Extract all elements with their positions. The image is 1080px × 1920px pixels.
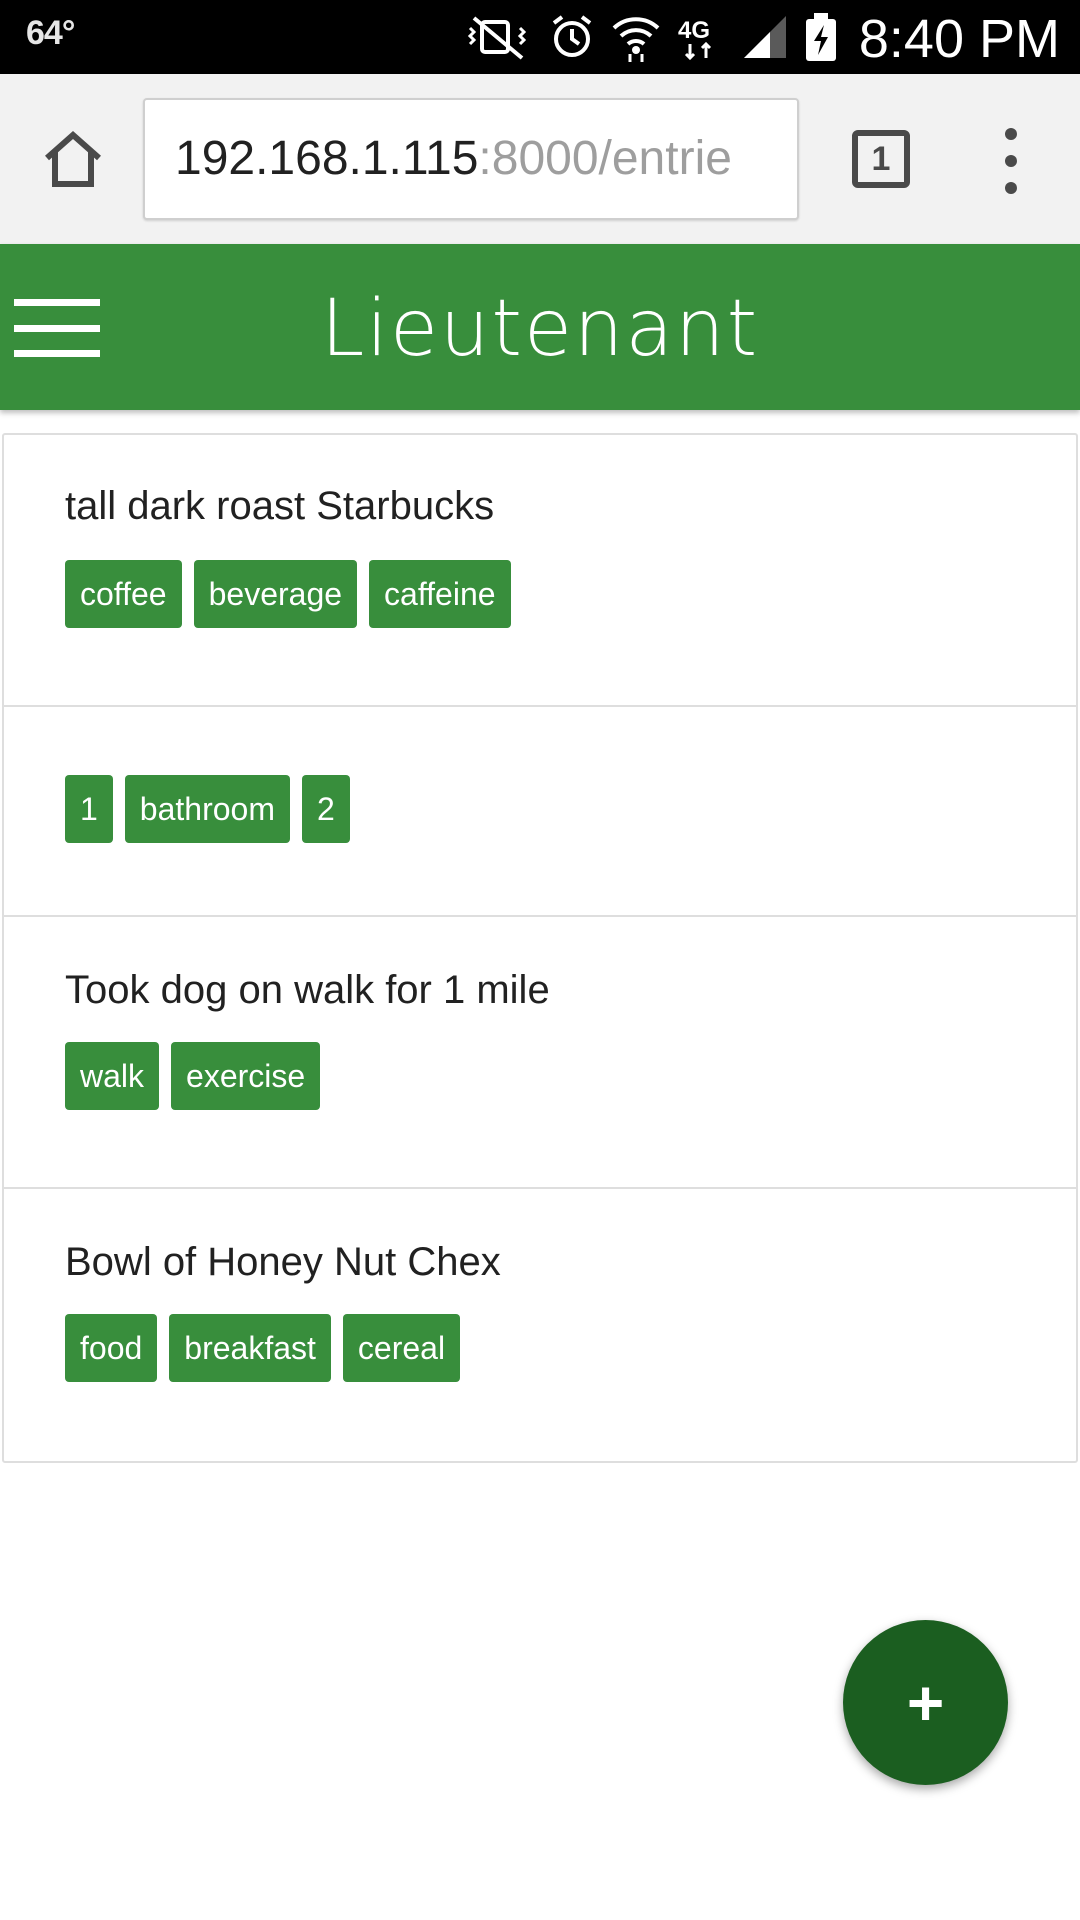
wifi-icon [612,17,660,62]
entries-list: tall dark roast Starbucks coffee beverag… [2,433,1078,1463]
tag[interactable]: 1 [65,775,113,843]
list-item[interactable]: Bowl of Honey Nut Chex food breakfast ce… [4,1189,1076,1461]
tag[interactable]: coffee [65,560,182,628]
alarm-icon [552,15,592,57]
add-entry-button[interactable]: + [843,1620,1008,1785]
tag[interactable]: food [65,1314,158,1382]
cell-signal-icon [744,16,786,58]
list-item[interactable]: Took dog on walk for 1 mile walk exercis… [4,917,1076,1189]
app-header: Lieutenant [0,244,1080,410]
home-icon [45,130,101,187]
list-item[interactable]: tall dark roast Starbucks coffee beverag… [4,435,1076,707]
battery-charging-icon [806,13,836,61]
tag-list: coffee beverage caffeine [65,560,1076,628]
tag[interactable]: bathroom [124,775,290,843]
tag[interactable]: breakfast [169,1314,331,1382]
dot-icon [1005,182,1017,194]
tag[interactable]: exercise [171,1042,321,1110]
network-type-icon: 4G [678,17,712,61]
status-bar: 64° 4G 8:40 PM [0,0,1080,74]
entry-title: Bowl of Honey Nut Chex [65,1240,501,1284]
browser-menu-button[interactable] [994,128,1028,194]
tag[interactable]: caffeine [369,560,511,628]
tag-list: 1 bathroom 2 [65,775,1076,843]
list-item[interactable]: 1 bathroom 2 [4,707,1076,917]
tag[interactable]: cereal [342,1314,461,1382]
home-button[interactable] [38,124,108,194]
tag[interactable]: beverage [193,560,358,628]
clock: 8:40 PM [858,9,1060,69]
tag-list: food breakfast cereal [65,1314,1076,1382]
app-title: Lieutenant [320,284,760,374]
temperature-indicator: 64° [26,14,75,52]
browser-toolbar: 192.168.1.115:8000/entrie 1 [0,74,1080,244]
status-icons: 4G [464,10,838,64]
dot-icon [1005,128,1017,140]
url-host: 192.168.1.115 [175,132,479,185]
address-bar[interactable]: 192.168.1.115:8000/entrie [143,98,799,220]
entry-title: tall dark roast Starbucks [65,484,495,528]
vibrate-mute-icon [467,16,527,60]
tag[interactable]: 2 [301,775,350,843]
network-label: 4G [678,17,710,44]
tab-switcher-button[interactable]: 1 [852,130,910,188]
tag-list: walk exercise [65,1042,1076,1110]
dot-icon [1005,155,1017,167]
entry-title: Took dog on walk for 1 mile [65,968,550,1012]
url-path: :8000/entrie [478,132,732,185]
tag[interactable]: walk [65,1042,160,1110]
